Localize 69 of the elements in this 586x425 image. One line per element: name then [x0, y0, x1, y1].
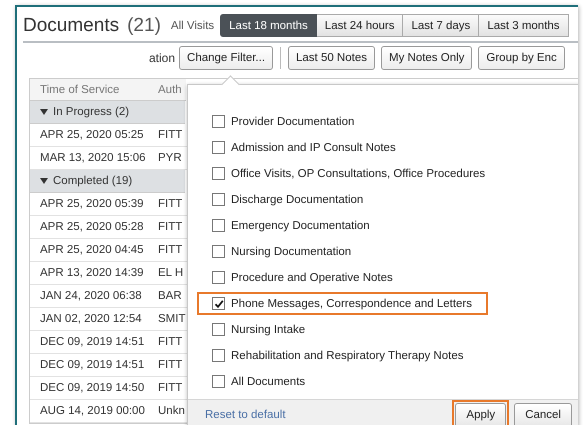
- page-title: Documents: [23, 15, 120, 37]
- table-cell: FITT: [158, 336, 182, 348]
- table-cell: FITT: [158, 359, 182, 371]
- table-cell-text: APR 25, 2020 04:45: [39, 244, 145, 256]
- table-cell: FITT: [158, 198, 182, 210]
- checkbox[interactable]: [212, 141, 225, 154]
- checkbox[interactable]: [212, 375, 225, 388]
- table-cell: FITT: [158, 129, 182, 141]
- table-cell-text: APR 13, 2020 14:39: [39, 267, 145, 279]
- table-cell-text: DEC 09, 2019 14:51: [39, 359, 146, 371]
- toolbar-button[interactable]: Group by Enc: [478, 46, 565, 70]
- table-cell: BAR: [158, 290, 182, 302]
- filter-option[interactable]: Provider Documentation: [197, 110, 370, 133]
- table-cell: PYR: [158, 152, 182, 164]
- table-cell: FITT: [158, 382, 182, 394]
- filter-option[interactable]: Rehabilitation and Respiratory Therapy Notes: [197, 344, 480, 367]
- filter-option[interactable]: Nursing Intake: [197, 318, 322, 341]
- checkbox[interactable]: [212, 167, 225, 180]
- group-label: Completed (19): [53, 175, 132, 187]
- group-row[interactable]: Completed (19): [30, 170, 185, 193]
- reset-link[interactable]: Reset to default: [205, 409, 448, 421]
- apply-button[interactable]: Apply: [455, 402, 506, 425]
- table-cell-text: DEC 09, 2019 14:51: [39, 336, 146, 348]
- tab[interactable]: Last 3 months: [479, 14, 569, 37]
- table-cell: Unkn: [158, 405, 185, 417]
- filter-button[interactable]: Change Filter...: [179, 46, 274, 70]
- table-cell-text: APR 25, 2020 05:39: [39, 198, 145, 210]
- filter-option[interactable]: Emergency Documentation: [197, 214, 386, 237]
- document-count: (21): [127, 15, 161, 37]
- checkbox[interactable]: [212, 271, 225, 284]
- visit-scope-label: All Visits: [170, 20, 214, 32]
- table-cell-text: JAN 24, 2020 06:38: [39, 290, 143, 302]
- checkbox[interactable]: [212, 245, 225, 258]
- group-row[interactable]: In Progress (2): [30, 101, 185, 124]
- column-header[interactable]: Auth: [158, 84, 182, 96]
- table-cell: FITT: [158, 221, 182, 233]
- toolbar-button[interactable]: Last 50 Notes: [288, 46, 375, 70]
- table-cell: SMIT: [158, 313, 186, 325]
- table-cell-text: MAR 13, 2020 15:06: [39, 152, 146, 164]
- table-cell-text: JAN 02, 2020 12:54: [39, 313, 143, 325]
- table-cell-text: AUG 14, 2019 00:00: [39, 405, 146, 417]
- filter-option[interactable]: Procedure and Operative Notes: [197, 266, 409, 289]
- checkbox[interactable]: [212, 193, 225, 206]
- table-cell: FITT: [158, 244, 182, 256]
- checkbox[interactable]: [212, 323, 225, 336]
- toolbar-button[interactable]: My Notes Only: [380, 46, 472, 70]
- tab[interactable]: Last 18 months: [220, 14, 317, 37]
- toolbar-label: ation: [149, 51, 176, 65]
- collapse-icon: [40, 109, 48, 115]
- checkbox[interactable]: [212, 219, 225, 232]
- table-cell-text: APR 25, 2020 05:28: [39, 221, 145, 233]
- checkbox[interactable]: [212, 297, 225, 310]
- filter-option[interactable]: Admission and IP Consult Notes: [197, 136, 412, 159]
- filter-option[interactable]: Discharge Documentation: [197, 188, 380, 211]
- checkbox[interactable]: [212, 115, 225, 128]
- table-cell-text: APR 25, 2020 05:25: [39, 129, 145, 141]
- column-header[interactable]: Time of Service: [30, 84, 158, 96]
- tab[interactable]: Last 24 hours: [316, 14, 404, 37]
- filter-option[interactable]: All Documents: [197, 370, 322, 393]
- filter-option[interactable]: Nursing Documentation: [197, 240, 368, 263]
- filter-option[interactable]: Phone Messages, Correspondence and Letters: [197, 292, 488, 315]
- collapse-icon: [40, 178, 48, 184]
- table-cell: EL H: [158, 267, 184, 279]
- checkbox[interactable]: [212, 349, 225, 362]
- cancel-button[interactable]: Cancel: [514, 402, 572, 425]
- table-cell-text: DEC 09, 2019 14:50: [39, 382, 146, 394]
- filter-option[interactable]: Office Visits, OP Consultations, Office Procedures: [197, 162, 502, 185]
- tab[interactable]: Last 7 days: [403, 14, 480, 37]
- group-label: In Progress (2): [53, 106, 130, 118]
